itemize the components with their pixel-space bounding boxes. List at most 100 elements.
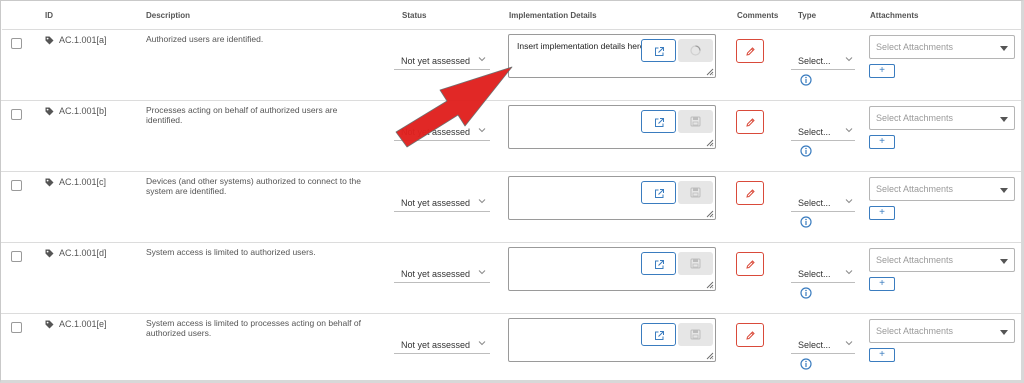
type-value: Select... — [798, 340, 831, 350]
info-icon[interactable] — [800, 74, 812, 86]
add-attachment-button[interactable]: + — [869, 135, 895, 149]
type-dropdown[interactable]: Select... — [791, 53, 855, 70]
chevron-down-icon — [478, 128, 486, 133]
status-dropdown[interactable]: Not yet assessed — [394, 337, 490, 354]
column-header-id[interactable]: ID — [45, 11, 53, 20]
resize-grip-icon[interactable] — [706, 352, 714, 360]
add-comment-button[interactable] — [736, 181, 764, 205]
row-checkbox[interactable] — [11, 251, 22, 262]
column-header-attachments[interactable]: Attachments — [870, 11, 918, 20]
status-value: Not yet assessed — [401, 198, 471, 208]
attachments-select[interactable]: Select Attachments — [869, 177, 1015, 201]
chevron-down-icon — [478, 270, 486, 275]
attachments-placeholder: Select Attachments — [876, 42, 954, 52]
row-checkbox[interactable] — [11, 109, 22, 120]
chevron-down-icon — [845, 128, 853, 133]
add-comment-button[interactable] — [736, 323, 764, 347]
pencil-icon — [746, 47, 755, 56]
attachments-select[interactable]: Select Attachments — [869, 248, 1015, 272]
implementation-text: Insert implementation details here — [517, 41, 645, 51]
info-icon[interactable] — [800, 145, 812, 157]
control-id: AC.1.001[e] — [59, 319, 107, 329]
add-comment-button[interactable] — [736, 39, 764, 63]
tag-icon — [45, 178, 54, 187]
add-attachment-button[interactable]: + — [869, 277, 895, 291]
table-row: AC.1.001[a] Authorized users are identifi… — [1, 30, 1021, 101]
row-checkbox[interactable] — [11, 180, 22, 191]
chevron-down-icon — [845, 341, 853, 346]
attachments-placeholder: Select Attachments — [876, 255, 954, 265]
type-value: Select... — [798, 127, 831, 137]
status-value: Not yet assessed — [401, 56, 471, 66]
save-button[interactable] — [678, 39, 713, 62]
column-header-type[interactable]: Type — [798, 11, 816, 20]
control-id: AC.1.001[d] — [59, 248, 107, 258]
type-dropdown[interactable]: Select... — [791, 124, 855, 141]
add-comment-button[interactable] — [736, 110, 764, 134]
caret-down-icon — [1000, 188, 1008, 193]
info-icon[interactable] — [800, 287, 812, 299]
caret-down-icon — [1000, 46, 1008, 51]
external-link-icon — [655, 47, 664, 56]
control-description: System access is limited to authorized u… — [146, 247, 316, 257]
chevron-down-icon — [478, 199, 486, 204]
add-attachment-button[interactable]: + — [869, 206, 895, 220]
status-dropdown[interactable]: Not yet assessed — [394, 53, 490, 70]
attachments-select[interactable]: Select Attachments — [869, 319, 1015, 343]
table-row: AC.1.001[c] Devices (and other systems) a… — [1, 172, 1021, 243]
save-button[interactable] — [678, 323, 713, 346]
pencil-icon — [746, 118, 755, 127]
chevron-down-icon — [845, 270, 853, 275]
column-header-description[interactable]: Description — [146, 11, 190, 20]
add-comment-button[interactable] — [736, 252, 764, 276]
info-icon[interactable] — [800, 358, 812, 370]
resize-grip-icon[interactable] — [706, 210, 714, 218]
open-editor-button[interactable] — [641, 181, 676, 204]
status-dropdown[interactable]: Not yet assessed — [394, 266, 490, 283]
table-row: AC.1.001[d] System access is limited to a… — [1, 243, 1021, 314]
table-header: ID Description Status Implementation Det… — [2, 2, 1022, 30]
type-dropdown[interactable]: Select... — [791, 195, 855, 212]
column-header-comments[interactable]: Comments — [737, 11, 778, 20]
chevron-down-icon — [478, 57, 486, 62]
add-attachment-button[interactable]: + — [869, 64, 895, 78]
table-row: AC.1.001[e] System access is limited to p… — [1, 314, 1021, 383]
external-link-icon — [655, 189, 664, 198]
open-editor-button[interactable] — [641, 110, 676, 133]
attachments-placeholder: Select Attachments — [876, 113, 954, 123]
attachments-select[interactable]: Select Attachments — [869, 35, 1015, 59]
resize-grip-icon[interactable] — [706, 139, 714, 147]
type-dropdown[interactable]: Select... — [791, 266, 855, 283]
pencil-icon — [746, 331, 755, 340]
control-description: Processes acting on behalf of authorized… — [146, 105, 338, 125]
caret-down-icon — [1000, 259, 1008, 264]
save-button[interactable] — [678, 110, 713, 133]
save-button[interactable] — [678, 252, 713, 275]
save-button[interactable] — [678, 181, 713, 204]
tag-icon — [45, 320, 54, 329]
caret-down-icon — [1000, 330, 1008, 335]
resize-grip-icon[interactable] — [706, 68, 714, 76]
open-editor-button[interactable] — [641, 252, 676, 275]
info-icon[interactable] — [800, 216, 812, 228]
status-dropdown[interactable]: Not yet assessed — [394, 124, 490, 141]
control-description: Authorized users are identified. — [146, 34, 264, 44]
chevron-down-icon — [845, 199, 853, 204]
open-editor-button[interactable] — [641, 39, 676, 62]
type-dropdown[interactable]: Select... — [791, 337, 855, 354]
status-dropdown[interactable]: Not yet assessed — [394, 195, 490, 212]
column-header-status[interactable]: Status — [402, 11, 426, 20]
row-checkbox[interactable] — [11, 322, 22, 333]
pencil-icon — [746, 189, 755, 198]
row-checkbox[interactable] — [11, 38, 22, 49]
attachments-select[interactable]: Select Attachments — [869, 106, 1015, 130]
control-id: AC.1.001[a] — [59, 35, 107, 45]
control-description: Devices (and other systems) authorized t… — [146, 176, 361, 196]
type-value: Select... — [798, 56, 831, 66]
add-attachment-button[interactable]: + — [869, 348, 895, 362]
open-editor-button[interactable] — [641, 323, 676, 346]
column-header-implementation[interactable]: Implementation Details — [509, 11, 597, 20]
status-value: Not yet assessed — [401, 340, 471, 350]
type-value: Select... — [798, 198, 831, 208]
resize-grip-icon[interactable] — [706, 281, 714, 289]
